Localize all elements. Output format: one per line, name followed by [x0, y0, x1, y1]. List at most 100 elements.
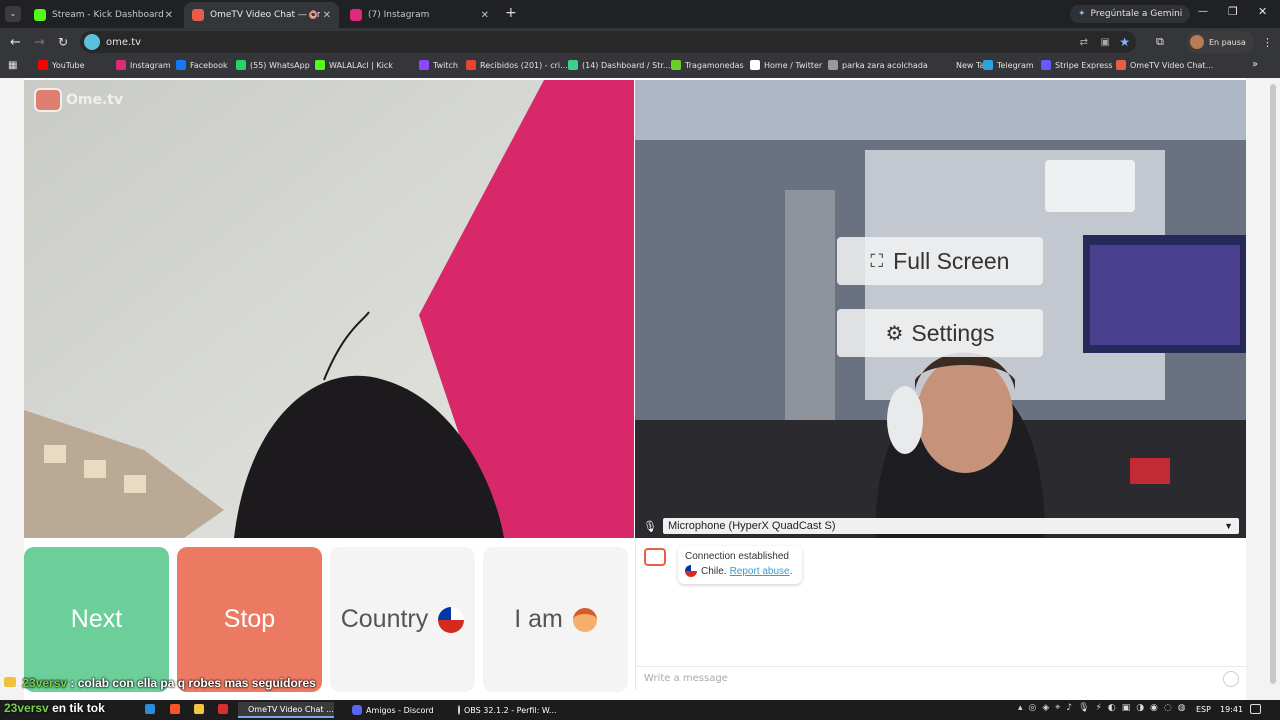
profile-button[interactable]: En pausa: [1186, 31, 1254, 53]
tab-kick-dashboard[interactable]: Stream - Kick Dashboard ✕: [26, 2, 181, 28]
bookmark-favicon-icon: [568, 60, 578, 70]
cast-icon[interactable]: ▣: [1101, 37, 1110, 48]
back-icon[interactable]: ←: [10, 35, 21, 50]
taskbar-item-discord[interactable]: Amigos - Discord: [346, 702, 444, 718]
bookmark-item[interactable]: (55) WhatsApp: [236, 60, 310, 70]
close-icon[interactable]: ✕: [323, 10, 331, 21]
bookmark-item[interactable]: Recibidos (201) - cri...: [466, 60, 568, 70]
omnibox[interactable]: ome.tv ⇄ ▣ ★: [80, 31, 1136, 53]
chat-username: 23versv: [22, 676, 68, 690]
bookmark-item[interactable]: Instagram: [116, 60, 171, 70]
gemini-label: Pregúntale a Gemini: [1090, 9, 1183, 19]
folder-icon[interactable]: [194, 704, 204, 714]
bookmark-favicon-icon: [466, 60, 476, 70]
bookmark-item[interactable]: Home / Twitter: [750, 60, 822, 70]
stranger-video: Ome.tv: [24, 80, 634, 538]
brave-icon[interactable]: [170, 704, 180, 714]
bookmark-favicon-icon: [671, 60, 681, 70]
bookmark-label: Stripe Express: [1055, 60, 1113, 70]
extensions-icon[interactable]: ⧉: [1156, 35, 1164, 49]
chile-flag-icon: [438, 606, 465, 633]
bookmark-favicon-icon: [315, 60, 325, 70]
bookmark-favicon-icon: [983, 60, 993, 70]
chat-badge-icon: [4, 677, 16, 687]
bookmark-item[interactable]: (14) Dashboard / Str...: [568, 60, 671, 70]
stream-chat-overlay-line2: 23versv en tik tok: [4, 701, 105, 715]
bookmark-label: Instagram: [130, 60, 171, 70]
fullscreen-button[interactable]: ⛶ Full Screen: [837, 237, 1043, 285]
tab-instagram[interactable]: (7) Instagram ✕: [342, 2, 497, 28]
reload-icon[interactable]: ↻: [58, 35, 68, 49]
tab-ometv[interactable]: OmeTV Video Chat — Ome ✕: [184, 2, 339, 28]
bookmark-favicon-icon: [1041, 60, 1051, 70]
clock[interactable]: 19:41: [1220, 705, 1243, 714]
message-input[interactable]: Write a message: [636, 666, 1247, 690]
language-label[interactable]: ESP: [1196, 705, 1211, 714]
bookmark-item[interactable]: Stripe Express: [1041, 60, 1113, 70]
iam-button[interactable]: I am: [483, 547, 628, 692]
close-icon[interactable]: ✕: [481, 10, 489, 21]
chat-panel: Connection established Chile. Report abu…: [635, 538, 1247, 690]
tab-search-icon[interactable]: ⌄: [5, 6, 21, 22]
window-close-button[interactable]: ✕: [1258, 5, 1267, 18]
microphone-select[interactable]: Microphone (HyperX QuadCast S) ▼: [663, 518, 1239, 534]
site-info-icon[interactable]: [84, 34, 100, 50]
notification-icon[interactable]: [1250, 704, 1261, 714]
bookmark-star-icon[interactable]: ★: [1119, 35, 1130, 49]
minimize-button[interactable]: —: [1198, 6, 1208, 17]
bookmark-item[interactable]: OmeTV Video Chat...: [1116, 60, 1213, 70]
bookmark-item[interactable]: YouTube: [38, 60, 85, 70]
report-suffix: .: [789, 565, 793, 577]
forward-icon[interactable]: →: [34, 35, 45, 50]
tab-label: Stream - Kick Dashboard: [52, 10, 164, 20]
settings-button[interactable]: ⚙ Settings: [837, 309, 1043, 357]
bookmark-label: Home / Twitter: [764, 60, 823, 70]
emoji-icon[interactable]: [1223, 670, 1239, 687]
connection-message: Connection established Chile. Report abu…: [678, 546, 802, 584]
apps-icon[interactable]: ▦: [8, 60, 17, 71]
bookmark-label: WALALAcl | Kick: [329, 60, 393, 70]
bookmark-item[interactable]: Facebook: [176, 60, 228, 70]
chat-message: : colab con ella pa q robes mas seguidor…: [70, 676, 316, 690]
taskbar-item-chrome[interactable]: OmeTV Video Chat ...: [238, 702, 334, 718]
country-line: Chile. Report abuse .: [685, 565, 795, 577]
country-button[interactable]: Country: [330, 547, 475, 692]
logo-text: Ome.tv: [66, 92, 124, 108]
bookmark-label: parka zara acolchada: [842, 60, 928, 70]
bookmark-item[interactable]: Telegram: [983, 60, 1034, 70]
store-icon[interactable]: [145, 704, 155, 714]
iam-label: I am: [514, 605, 563, 633]
bookmark-item[interactable]: parka zara acolchada: [828, 60, 928, 70]
bookmark-label: Telegram: [997, 60, 1034, 70]
taskbar-label: OmeTV Video Chat ...: [248, 704, 334, 714]
microphone-icon: 🎙: [643, 519, 657, 533]
next-button[interactable]: Next: [24, 547, 169, 692]
gemini-button[interactable]: ✦ Pregúntale a Gemini: [1070, 5, 1191, 23]
ometv-icon: [192, 9, 204, 21]
bookmark-label: YouTube: [52, 60, 85, 70]
close-icon[interactable]: ✕: [165, 10, 173, 21]
next-label: Next: [70, 605, 123, 633]
maximize-button[interactable]: ❐: [1228, 5, 1238, 18]
settings-label: Settings: [911, 319, 995, 346]
scrollbar[interactable]: [1270, 84, 1276, 684]
media-icon[interactable]: [218, 704, 228, 714]
report-abuse-link[interactable]: Report abuse: [730, 566, 790, 577]
gemini-icon: ✦: [1078, 9, 1086, 19]
bookmarks-overflow-icon[interactable]: »: [1252, 59, 1258, 70]
ometv-logo-icon: [34, 88, 62, 112]
discord-icon: [352, 705, 362, 715]
gear-icon: ⚙: [885, 322, 904, 345]
stop-button[interactable]: Stop: [177, 547, 322, 692]
tray-icons[interactable]: ▴◎◈⌖♪🎙⚡◐▣◑◉◌◍: [1018, 703, 1192, 713]
translate-icon[interactable]: ⇄: [1080, 37, 1088, 48]
url-text[interactable]: ome.tv: [106, 37, 141, 48]
new-tab-button[interactable]: +: [505, 5, 517, 21]
bookmark-item[interactable]: Twitch: [419, 60, 458, 70]
country-name: Chile.: [701, 565, 727, 577]
recording-icon: [309, 11, 317, 19]
taskbar-item-obs[interactable]: OBS 32.1.2 - Perfil: W...: [452, 702, 558, 718]
bookmark-item[interactable]: Tragamonedas: [671, 60, 744, 70]
bookmark-item[interactable]: WALALAcl | Kick: [315, 60, 393, 70]
menu-icon[interactable]: ⋮: [1262, 36, 1273, 49]
